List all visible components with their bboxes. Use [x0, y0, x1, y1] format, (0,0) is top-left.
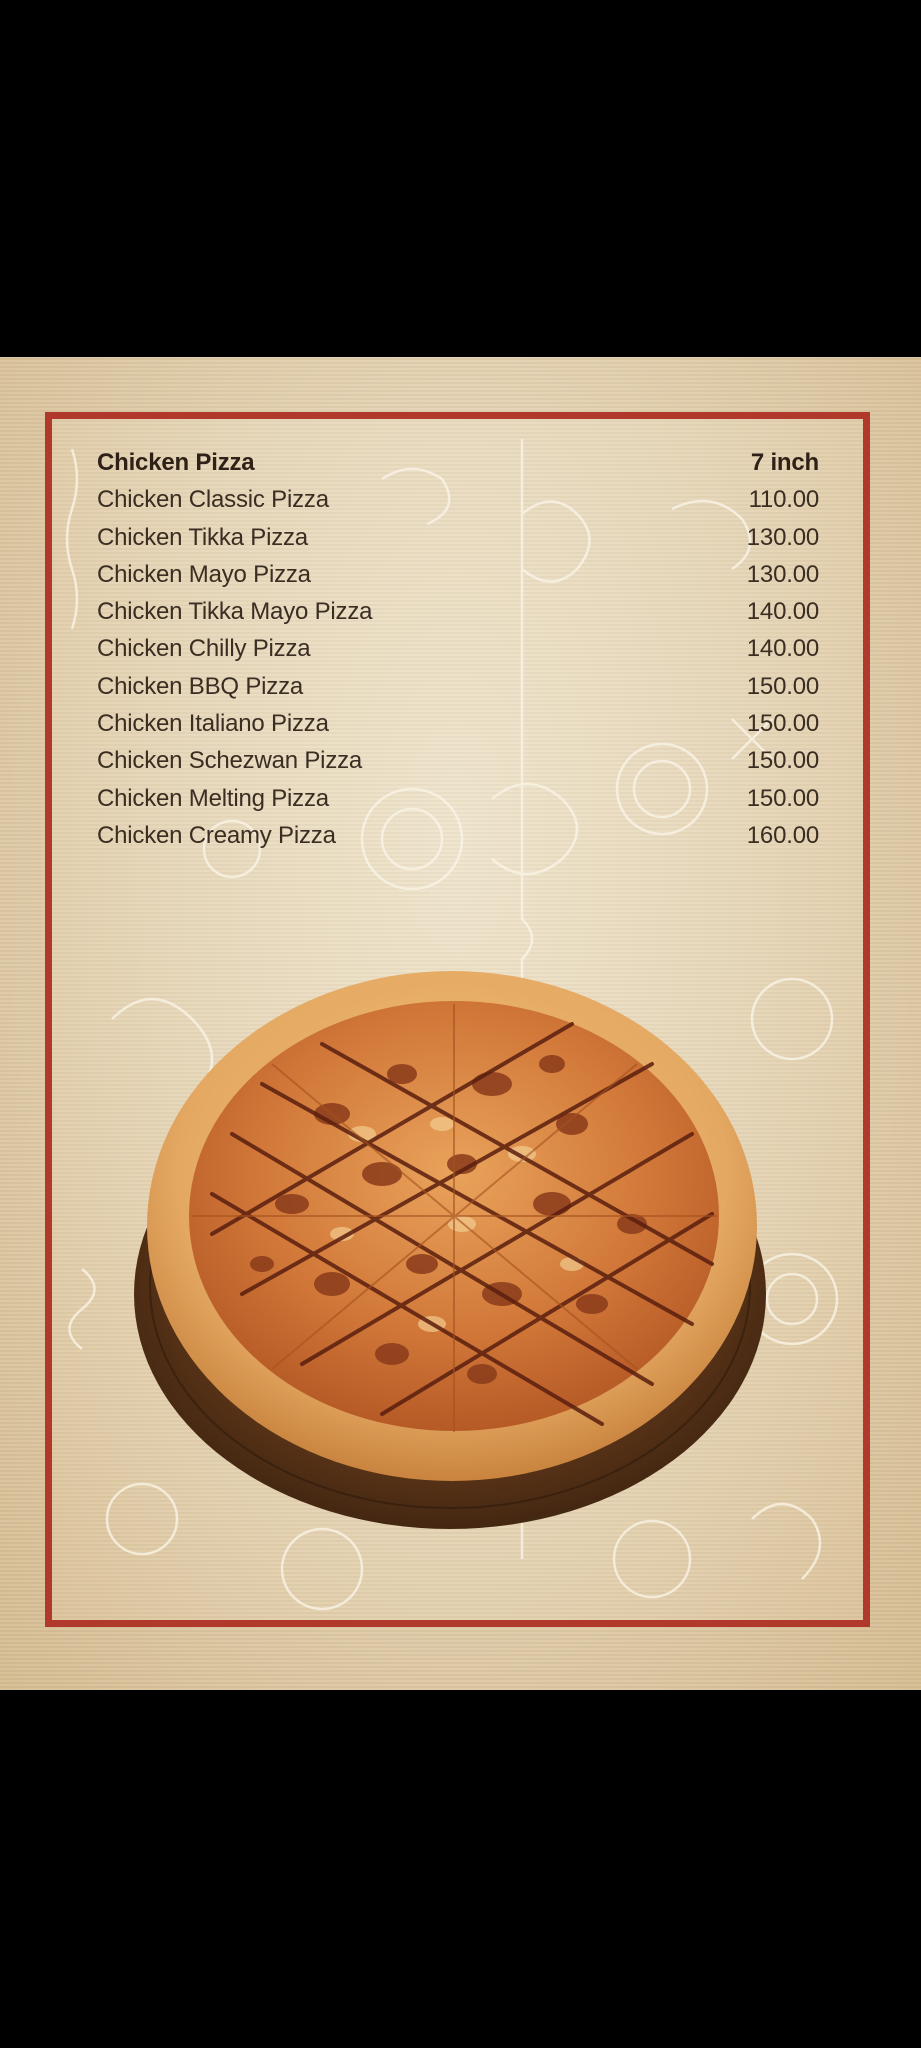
menu-item-name: Chicken Mayo Pizza: [97, 560, 311, 588]
menu-item-name: Chicken Melting Pizza: [97, 784, 329, 812]
screen: Chicken Pizza 7 inch Chicken Classic Piz…: [0, 0, 921, 2048]
menu-item: Chicken Melting Pizza 150.00: [97, 785, 819, 822]
menu-item-price: 130.00: [746, 523, 819, 551]
size-label: 7 inch: [750, 449, 819, 476]
menu-item-price: 150.00: [746, 747, 819, 775]
menu-item-price: 150.00: [746, 784, 819, 812]
menu-item-price: 130.00: [746, 560, 819, 588]
menu-item-price: 150.00: [746, 672, 819, 700]
menu-item-name: Chicken Chilly Pizza: [97, 635, 311, 663]
menu-item: Chicken Mayo Pizza 130.00: [97, 561, 819, 598]
menu-item: Chicken Tikka Pizza 130.00: [97, 524, 819, 561]
menu-item-price: 150.00: [746, 710, 819, 738]
section-title: Chicken Pizza: [97, 449, 255, 476]
menu-item: Chicken Classic Pizza 110.00: [97, 486, 819, 523]
menu-item-price: 110.00: [748, 486, 820, 514]
pizza-image: [132, 964, 782, 1564]
menu-item: Chicken Tikka Mayo Pizza 140.00: [97, 598, 819, 635]
menu-item-price: 160.00: [746, 821, 819, 849]
menu-item-name: Chicken BBQ Pizza: [97, 672, 304, 700]
pizza-illustration: [134, 971, 766, 1529]
menu-item-price: 140.00: [746, 598, 819, 626]
menu-item-name: Chicken Tikka Pizza: [97, 523, 308, 551]
menu-item-price: 140.00: [746, 635, 819, 663]
menu-item: Chicken Chilly Pizza 140.00: [97, 635, 819, 672]
menu-list: Chicken Pizza 7 inch Chicken Classic Piz…: [97, 449, 819, 859]
menu-item: Chicken Schezwan Pizza 150.00: [97, 747, 819, 784]
menu-item-name: Chicken Creamy Pizza: [97, 821, 336, 849]
menu-frame: Chicken Pizza 7 inch Chicken Classic Piz…: [45, 412, 870, 1627]
menu-item-name: Chicken Schezwan Pizza: [97, 747, 363, 775]
menu-header-row: Chicken Pizza 7 inch: [97, 449, 819, 486]
menu-item-name: Chicken Italiano Pizza: [97, 710, 329, 738]
menu-card: Chicken Pizza 7 inch Chicken Classic Piz…: [0, 357, 921, 1690]
menu-item: Chicken Creamy Pizza 160.00: [97, 822, 819, 859]
menu-item: Chicken Italiano Pizza 150.00: [97, 710, 819, 747]
menu-item: Chicken BBQ Pizza 150.00: [97, 673, 819, 710]
menu-item-name: Chicken Tikka Mayo Pizza: [97, 598, 373, 626]
menu-item-name: Chicken Classic Pizza: [97, 486, 329, 514]
